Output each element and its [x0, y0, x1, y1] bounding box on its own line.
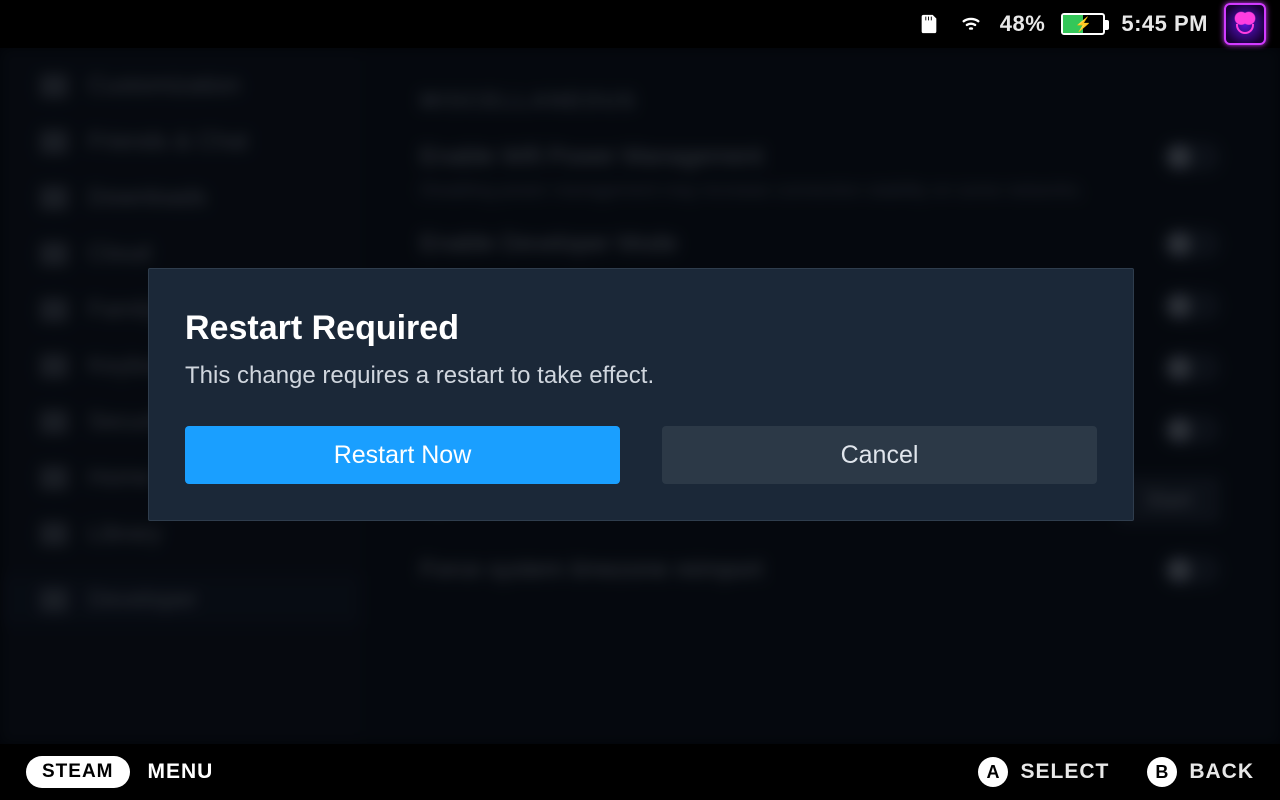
wifi-icon [958, 13, 984, 35]
restart-required-dialog: Restart Required This change requires a … [148, 268, 1134, 521]
restart-now-button[interactable]: Restart Now [185, 426, 620, 484]
hint-select: A SELECT [978, 757, 1109, 787]
battery-icon: ⚡ [1061, 13, 1105, 35]
hint-back-label: BACK [1189, 760, 1254, 784]
battery-percentage: 48% [1000, 11, 1046, 37]
status-bar: 48% ⚡ 5:45 PM [0, 0, 1280, 48]
b-button-icon: B [1147, 757, 1177, 787]
menu-label: MENU [148, 760, 214, 784]
dialog-title: Restart Required [185, 309, 1097, 348]
charging-bolt-icon: ⚡ [1075, 17, 1092, 31]
user-avatar[interactable] [1224, 3, 1266, 45]
cancel-button[interactable]: Cancel [662, 426, 1097, 484]
footer-bar: STEAM MENU A SELECT B BACK [0, 744, 1280, 800]
hint-back: B BACK [1147, 757, 1254, 787]
steam-button[interactable]: STEAM [26, 756, 130, 788]
dialog-button-row: Restart Now Cancel [185, 426, 1097, 484]
a-button-icon: A [978, 757, 1008, 787]
hint-select-label: SELECT [1020, 760, 1109, 784]
sd-card-icon [916, 13, 942, 35]
clock: 5:45 PM [1121, 11, 1208, 37]
dialog-body: This change requires a restart to take e… [185, 362, 1097, 390]
